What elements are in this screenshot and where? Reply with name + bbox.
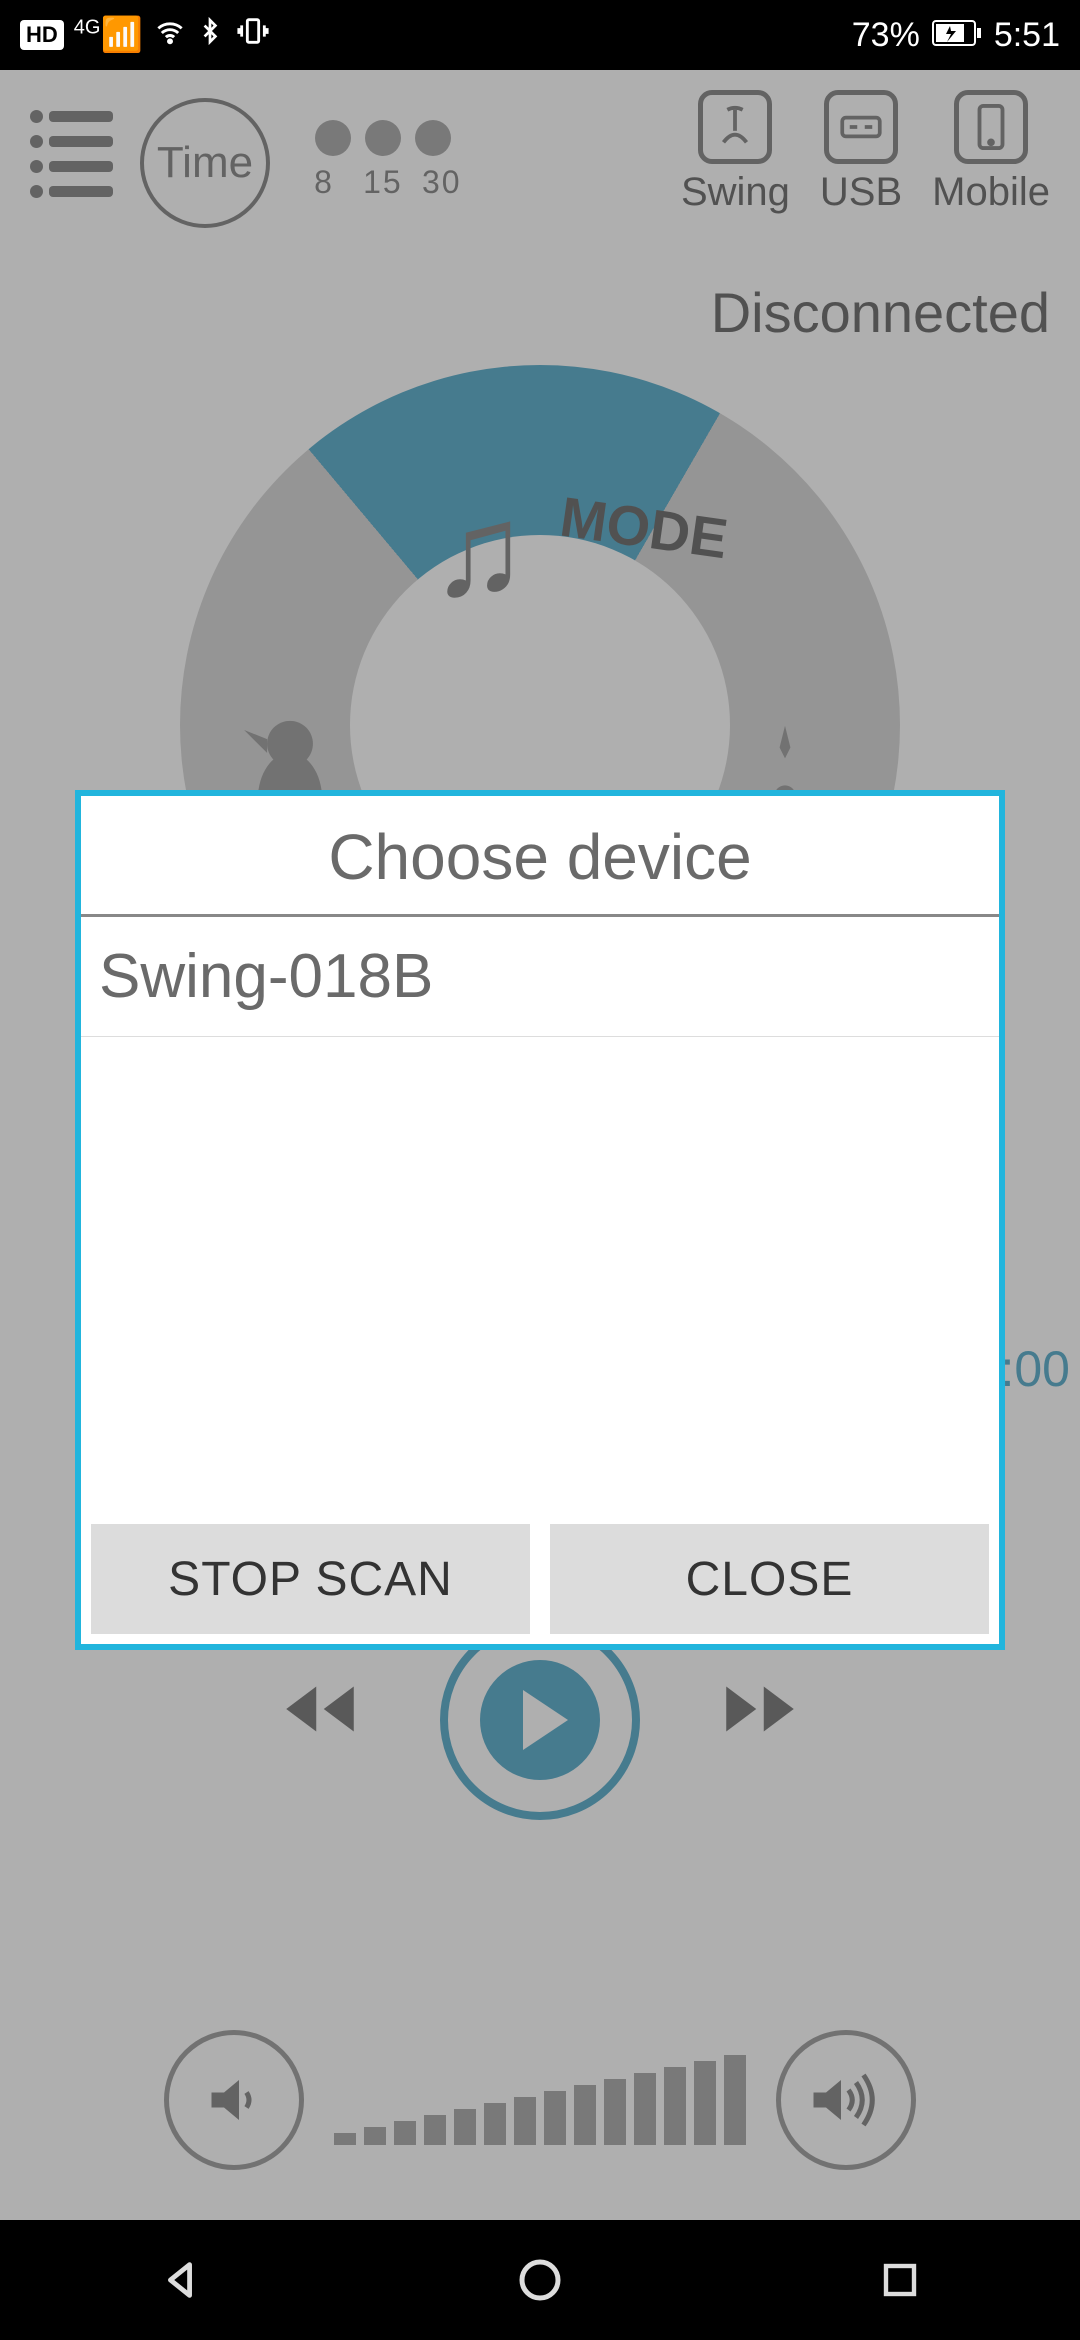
close-button[interactable]: CLOSE	[550, 1524, 989, 1634]
device-item[interactable]: Swing-018B	[81, 917, 999, 1037]
clock-time: 5:51	[994, 16, 1060, 55]
app-area: Time 8 15 30 Swing	[0, 70, 1080, 2220]
vibrate-icon	[233, 14, 273, 57]
status-left: HD 4G📶	[20, 14, 273, 57]
status-right: 73% 5:51	[852, 16, 1060, 55]
home-button[interactable]	[513, 2253, 567, 2307]
stop-scan-button[interactable]: STOP SCAN	[91, 1524, 530, 1634]
hd-badge: HD	[20, 20, 64, 50]
wifi-icon	[153, 16, 187, 55]
battery-percent: 73%	[852, 16, 920, 55]
dialog-title: Choose device	[81, 796, 999, 917]
bluetooth-icon	[197, 14, 223, 57]
network-icon: 4G📶	[74, 15, 143, 55]
device-list: Swing-018B	[81, 917, 999, 1514]
recent-apps-button[interactable]	[873, 2253, 927, 2307]
system-nav-bar	[0, 2220, 1080, 2340]
battery-icon	[932, 16, 982, 55]
status-bar: HD 4G📶 73% 5:51	[0, 0, 1080, 70]
dialog-buttons: STOP SCAN CLOSE	[81, 1514, 999, 1644]
choose-device-dialog: Choose device Swing-018B STOP SCAN CLOSE	[75, 790, 1005, 1650]
back-button[interactable]	[153, 2253, 207, 2307]
